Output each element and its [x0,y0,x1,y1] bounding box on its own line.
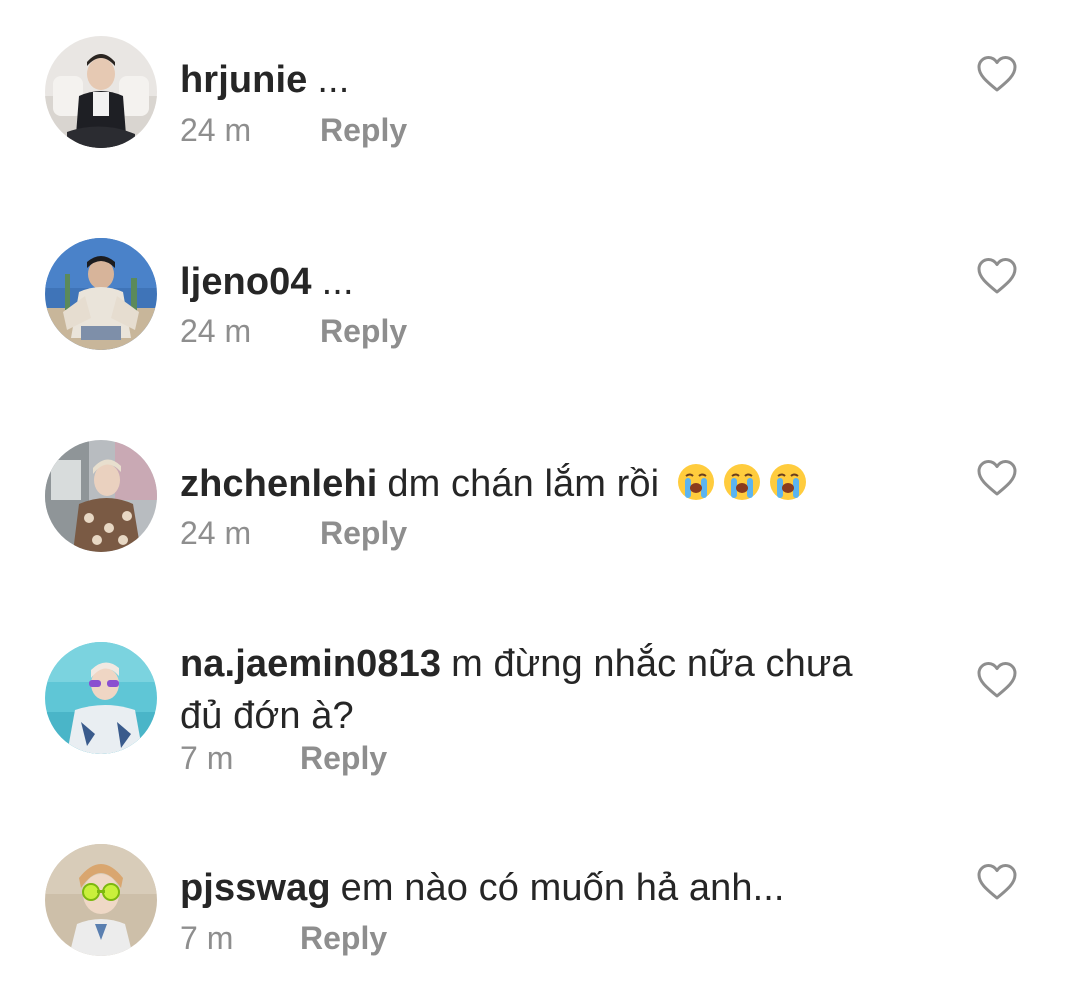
reply-button[interactable]: Reply [300,738,387,778]
comment-username[interactable]: ljeno04 [180,261,312,303]
loudly-crying-face-icon [768,462,808,502]
like-heart-icon[interactable] [976,660,1018,700]
avatar[interactable] [45,238,157,350]
comment-text: ... [317,59,350,101]
comment-username[interactable]: zhchenlehi [180,463,377,505]
comment-item: na.jaemin0813 m đừng nhắc nữa chưa đủ đớn… [0,600,1080,820]
loudly-crying-face-icon [676,462,716,502]
like-heart-icon[interactable] [976,256,1018,296]
comment-timestamp: 24 m [180,313,252,349]
comment-timestamp: 7 m [180,920,234,956]
comment-item: hrjunie... 24 m Reply [0,0,1080,200]
reply-button[interactable]: Reply [320,110,407,150]
like-heart-icon[interactable] [976,54,1018,94]
comment-item: zhchenlehi dm chán lắm rồi 24 m Reply [0,400,1080,600]
comment-body: pjsswag em nào có muốn hả anh... [180,862,900,914]
comment-timestamp: 24 m [180,515,252,551]
like-heart-icon[interactable] [976,862,1018,902]
loudly-crying-face-icon [722,462,762,502]
comment-meta: 24 m Reply [180,311,407,351]
comment-body: zhchenlehi dm chán lắm rồi [180,458,900,510]
comment-body: na.jaemin0813 m đừng nhắc nữa chưa đủ đớn… [180,638,900,742]
comment-text: ... [321,261,354,303]
comment-meta: 7 m Reply [180,918,387,958]
comment-meta: 24 m Reply [180,110,407,150]
avatar[interactable] [45,844,157,956]
avatar[interactable] [45,642,157,754]
comment-meta: 24 m Reply [180,513,407,553]
comment-username[interactable]: pjsswag [180,867,331,909]
avatar[interactable] [45,36,157,148]
reply-button[interactable]: Reply [300,918,387,958]
comment-timestamp: 24 m [180,112,252,148]
reply-button[interactable]: Reply [320,311,407,351]
comment-timestamp: 7 m [180,740,234,776]
avatar[interactable] [45,440,157,552]
comment-text: em nào có muốn hả anh... [340,867,785,909]
comment-item: ljeno04... 24 m Reply [0,200,1080,400]
like-heart-icon[interactable] [976,458,1018,498]
comment-username[interactable]: hrjunie [180,59,307,101]
comment-body: hrjunie... [180,54,900,106]
comment-item: pjsswag em nào có muốn hả anh... 7 m Repl… [0,820,1080,988]
reply-button[interactable]: Reply [320,513,407,553]
comment-text: dm chán lắm rồi [387,463,660,505]
comment-body: ljeno04... [180,256,900,308]
comment-username[interactable]: na.jaemin0813 [180,643,441,685]
comment-meta: 7 m Reply [180,738,387,778]
